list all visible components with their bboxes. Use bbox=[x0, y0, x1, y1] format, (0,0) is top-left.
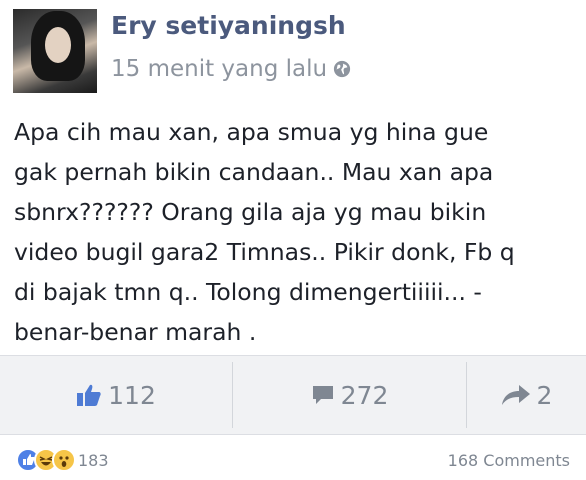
speech-bubble-icon bbox=[312, 386, 333, 404]
action-bar: 112 272 2 bbox=[0, 355, 586, 435]
post-text-line: video bugil gara2 Timnas.. Pikir donk, F… bbox=[14, 238, 515, 266]
post-timestamp[interactable]: 15 menit yang lalu bbox=[111, 56, 351, 82]
comment-button[interactable]: 272 bbox=[233, 356, 466, 434]
post-text-line: gak pernah bikin candaan.. Mau xan apa bbox=[14, 158, 494, 186]
post-text: Apa cih mau xan, apa smua yg hina gue ga… bbox=[14, 112, 580, 352]
thumbs-up-icon bbox=[77, 384, 101, 406]
post-text-line: di bajak tmn q.. Tolong dimengertiiiii..… bbox=[14, 278, 482, 306]
share-button[interactable]: 2 bbox=[467, 356, 586, 434]
wow-reaction-icon bbox=[52, 448, 76, 472]
like-count: 112 bbox=[108, 380, 156, 410]
reaction-count[interactable]: 183 bbox=[78, 451, 109, 470]
post-time-text: 15 menit yang lalu bbox=[111, 56, 328, 82]
author-name[interactable]: Ery setiyaningsh bbox=[111, 11, 346, 40]
facebook-post: Ery setiyaningsh 15 menit yang lalu Apa … bbox=[0, 0, 586, 480]
avatar[interactable] bbox=[13, 9, 97, 93]
comments-link[interactable]: 168 Comments bbox=[448, 451, 570, 470]
share-arrow-icon bbox=[501, 385, 530, 405]
share-count: 2 bbox=[536, 380, 553, 410]
comment-count: 272 bbox=[340, 380, 389, 410]
like-button[interactable]: 112 bbox=[0, 356, 232, 434]
globe-icon bbox=[333, 60, 351, 78]
reactions-footer: 183 168 Comments bbox=[0, 434, 586, 480]
post-text-line: sbnrx?????? Orang gila aja yg mau bikin bbox=[14, 198, 487, 226]
post-text-line: benar-benar marah . bbox=[14, 318, 257, 346]
post-text-line: Apa cih mau xan, apa smua yg hina gue bbox=[14, 118, 489, 146]
